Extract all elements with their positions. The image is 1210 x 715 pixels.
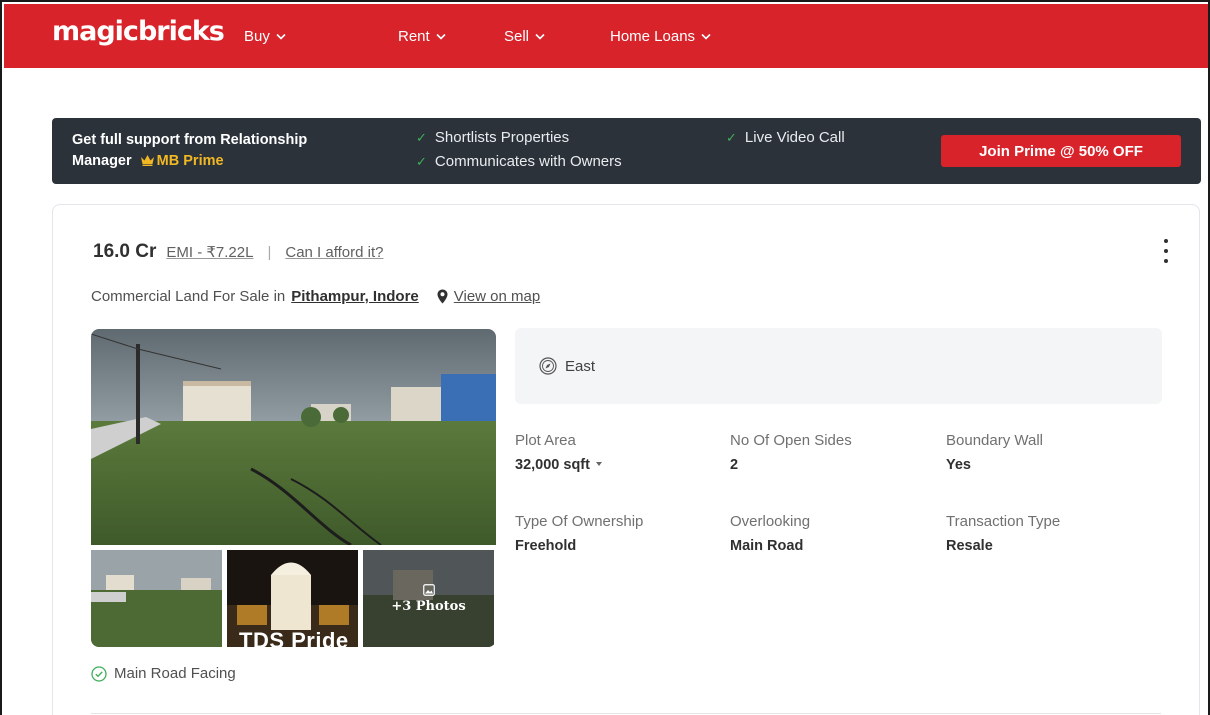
spec-value: Resale	[946, 538, 993, 554]
nav-home-loans-label: Home Loans	[610, 28, 696, 45]
prime-title: Get full support from Relationship Manag…	[72, 130, 392, 172]
spec-value: 2	[730, 457, 739, 473]
nav-rent-label: Rent	[398, 28, 430, 45]
spec-value: Freehold	[515, 538, 577, 554]
nav-rent[interactable]: Rent	[398, 28, 446, 45]
check-icon: ✓	[726, 129, 737, 145]
emi-link[interactable]: EMI - ₹7.22L	[166, 243, 253, 261]
chevron-down-icon	[436, 33, 446, 40]
spec-plot-area: Plot Area 32,000 sqft	[515, 432, 705, 473]
spec-label: No Of Open Sides	[730, 432, 852, 449]
price-value: 16.0 Cr	[93, 241, 157, 262]
land-photo-image	[91, 329, 496, 545]
magicbricks-logo[interactable]: magicbricks	[52, 16, 225, 47]
view-on-map-link[interactable]: View on map	[437, 288, 540, 305]
location-link[interactable]: Pithampur, Indore	[291, 288, 419, 305]
map-pin-icon	[437, 289, 448, 304]
thumbnail-land-image	[91, 550, 222, 647]
main-road-facing-tag: Main Road Facing	[91, 665, 236, 682]
spec-value[interactable]: 32,000 sqft	[515, 457, 705, 473]
view-on-map-label: View on map	[453, 288, 541, 305]
spec-label: Type Of Ownership	[515, 513, 644, 530]
main-property-photo[interactable]	[91, 329, 496, 545]
plot-area-value: 32,000 sqft	[515, 457, 590, 473]
spec-value: Main Road	[730, 538, 804, 554]
property-card: 16.0 Cr EMI - ₹7.22L | Can I afford it? …	[52, 204, 1200, 715]
prime-title-line1: Get full support from Relationship	[72, 132, 308, 148]
price-row: 16.0 Cr EMI - ₹7.22L | Can I afford it?	[91, 241, 383, 263]
page-frame: magicbricks Buy Rent Sell Home Loans Get…	[0, 0, 1210, 715]
photo-gallery: TDS Pride +3 Photos	[91, 329, 496, 647]
spec-open-sides: No Of Open Sides 2	[730, 432, 920, 473]
feature-video-call-label: Live Video Call	[744, 129, 845, 146]
facing-box: East	[515, 328, 1162, 404]
join-prime-button[interactable]: Join Prime @ 50% OFF	[941, 135, 1181, 167]
facing-value: East	[565, 357, 596, 375]
nav-buy[interactable]: Buy	[244, 28, 286, 45]
thumbnail-3-more[interactable]: +3 Photos	[363, 550, 494, 647]
chevron-down-icon	[701, 33, 711, 40]
spec-boundary-wall: Boundary Wall Yes	[946, 432, 1136, 473]
feature-shortlists-label: Shortlists Properties	[434, 129, 570, 146]
main-road-facing-label: Main Road Facing	[114, 665, 236, 682]
spec-label: Plot Area	[515, 432, 576, 449]
spec-transaction-type: Transaction Type Resale	[946, 513, 1136, 554]
chevron-down-icon	[535, 33, 545, 40]
chevron-down-icon	[276, 33, 286, 40]
caret-down-icon[interactable]	[595, 462, 602, 466]
feature-communicates-label: Communicates with Owners	[434, 153, 622, 170]
nav-sell[interactable]: Sell	[504, 28, 545, 45]
spec-ownership: Type Of Ownership Freehold	[515, 513, 705, 554]
prime-banner: Get full support from Relationship Manag…	[52, 118, 1201, 184]
mb-prime-label: MB Prime	[156, 153, 224, 169]
check-icon: ✓	[416, 153, 427, 169]
spec-value: Yes	[946, 457, 971, 473]
thumbnail-2[interactable]: TDS Pride	[227, 550, 358, 647]
more-photos-overlay[interactable]: +3 Photos	[363, 550, 494, 647]
card-divider	[91, 713, 1161, 714]
feature-communicates: ✓ Communicates with Owners	[416, 153, 622, 170]
check-circle-icon	[91, 665, 107, 682]
photo-icon	[422, 583, 435, 596]
prime-title-line2: Manager MB Prime	[72, 151, 392, 172]
more-options-icon[interactable]	[1163, 239, 1169, 263]
thumbnail-caption: TDS Pride	[239, 628, 349, 647]
spec-label: Boundary Wall	[946, 432, 1043, 449]
spec-overlooking: Overlooking Main Road	[730, 513, 920, 554]
feature-video-call: ✓ Live Video Call	[726, 129, 845, 146]
more-photos-label: +3 Photos	[391, 598, 466, 614]
spec-label: Overlooking	[730, 513, 811, 530]
listing-type: Commercial Land For Sale in	[91, 288, 286, 305]
nav-buy-label: Buy	[244, 28, 270, 45]
price: 16.0 Cr	[91, 241, 156, 263]
thumbnail-1[interactable]	[91, 550, 222, 647]
crown-icon	[140, 155, 154, 166]
prime-title-manager: Manager	[72, 153, 132, 169]
listing-subtitle: Commercial Land For Sale in Pithampur, I…	[91, 288, 540, 305]
feature-shortlists: ✓ Shortlists Properties	[416, 129, 569, 146]
check-icon: ✓	[416, 129, 427, 145]
top-navbar: magicbricks Buy Rent Sell Home Loans	[4, 4, 1208, 68]
afford-link[interactable]: Can I afford it?	[285, 244, 383, 261]
compass-icon	[539, 357, 557, 375]
spec-label: Transaction Type	[946, 513, 1061, 530]
nav-sell-label: Sell	[504, 28, 530, 45]
separator: |	[267, 244, 272, 261]
nav-home-loans[interactable]: Home Loans	[610, 28, 711, 45]
